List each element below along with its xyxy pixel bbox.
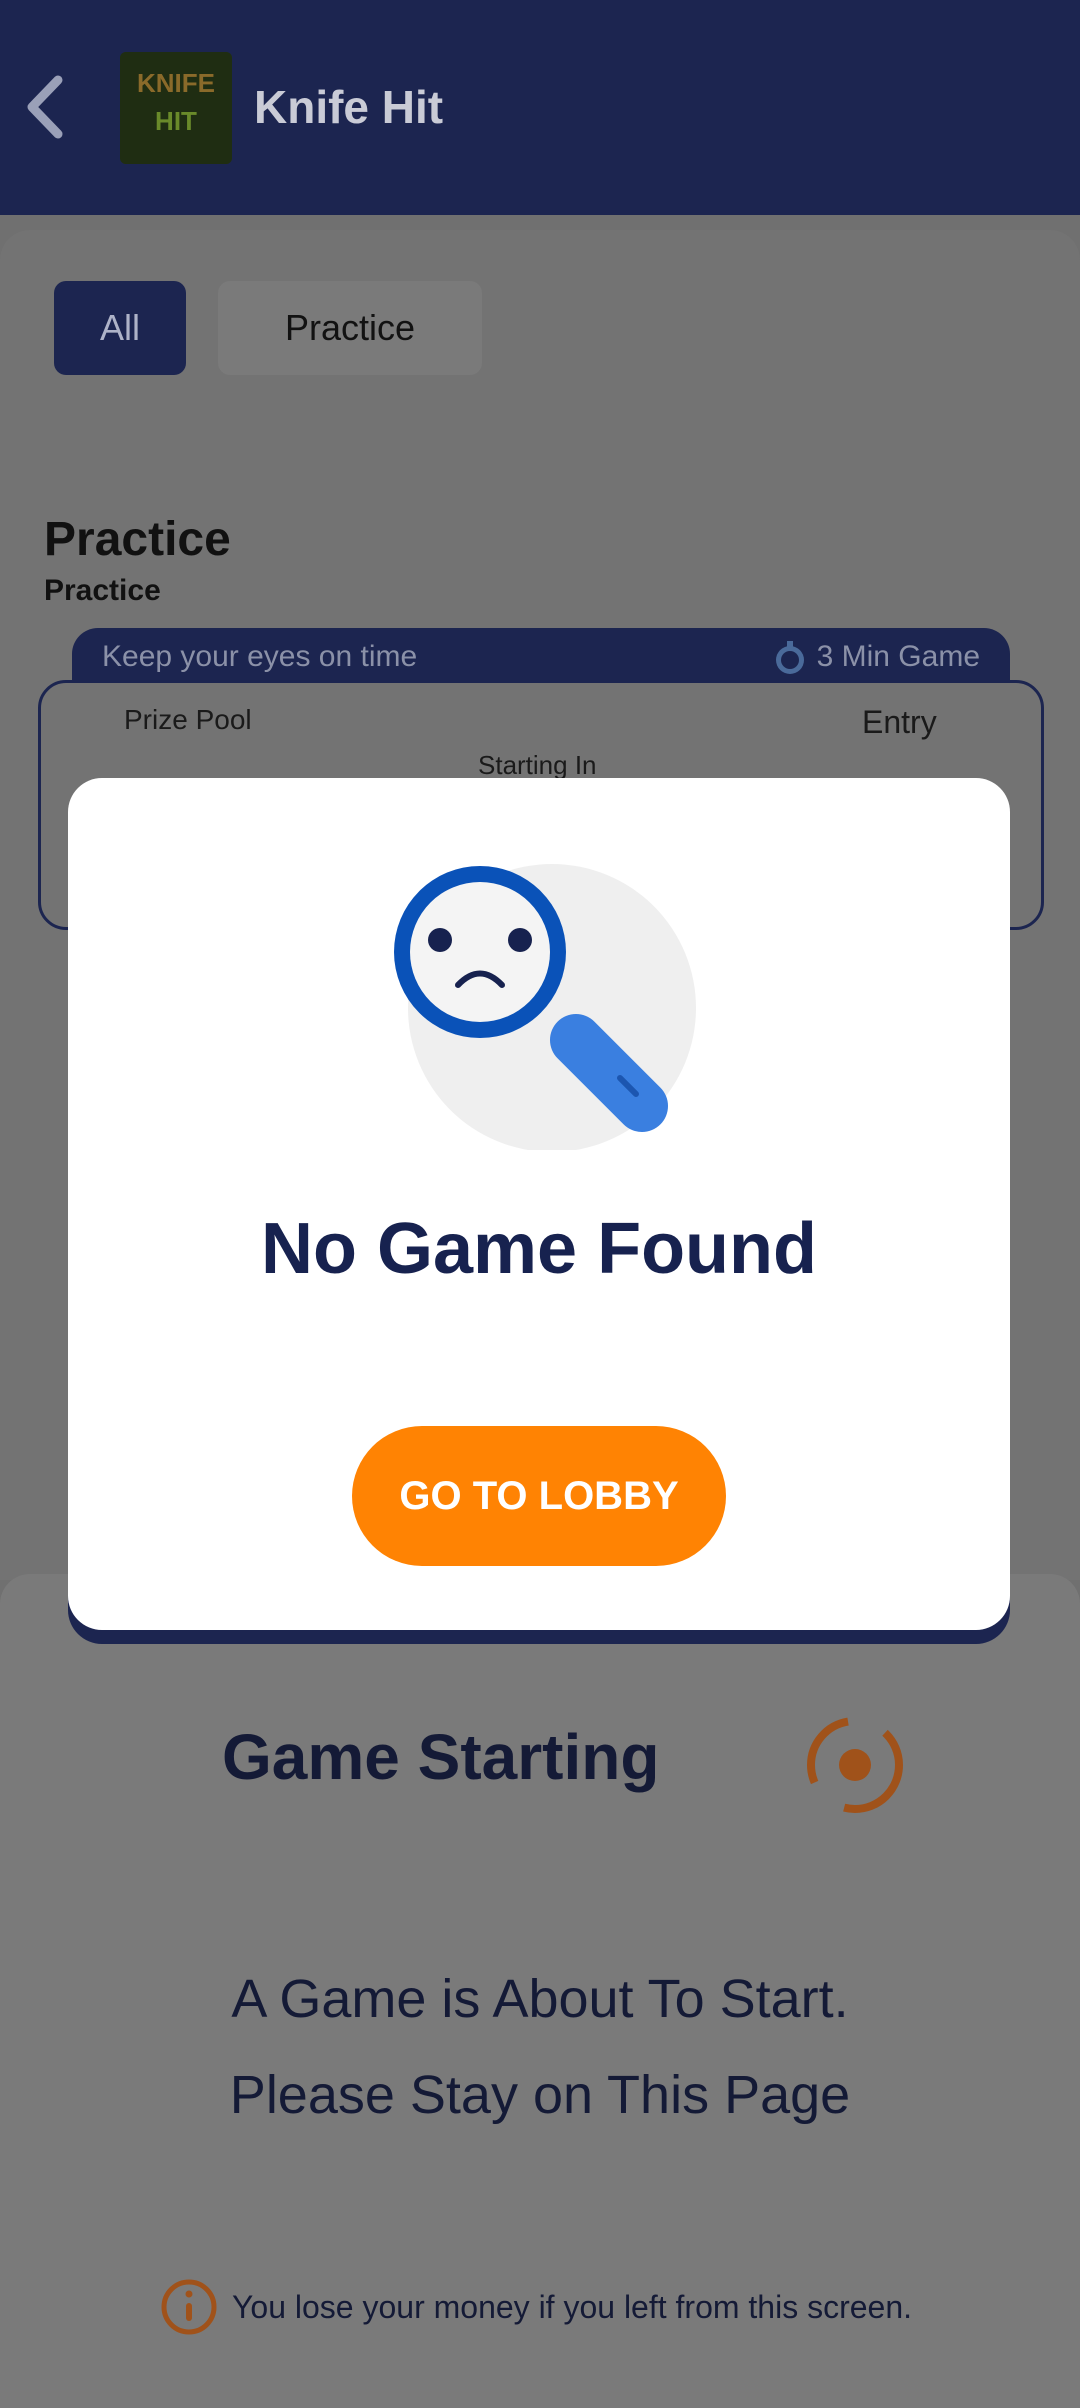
section-title: Practice [44,513,231,566]
svg-text:HIT: HIT [155,106,197,136]
game-thumbnail: KNIFE HIT [120,52,232,164]
go-to-lobby-button[interactable]: GO TO LOBBY [352,1426,726,1566]
game-title: Knife Hit [254,81,444,133]
back-arrow-icon[interactable] [24,74,64,140]
tab-practice[interactable]: Practice [218,281,482,375]
no-game-found-title: No Game Found [261,1209,817,1289]
stopwatch-icon [776,641,804,674]
warning-row: You lose your money if you left from thi… [160,2278,912,2336]
section-subtitle: Practice [44,574,161,607]
tab-all[interactable]: All [54,281,186,375]
stay-on-page-text: Please Stay on This Page [229,2065,851,2125]
about-to-start-text: A Game is About To Start. [231,1969,849,2029]
game-starting-title: Game Starting [222,1721,660,1793]
app-bar: KNIFE HIT Knife Hit [0,0,1080,215]
svg-text:KNIFE: KNIFE [137,68,215,98]
loading-spinner-icon [807,1717,903,1813]
entry-label: Entry [862,704,937,740]
contest-strip: Keep your eyes on time 3 Min Game [72,628,1010,688]
sad-magnifier-icon [394,864,696,1150]
starting-in-label: Starting In [478,750,597,780]
warning-text: You lose your money if you left from thi… [232,2288,913,2325]
strip-tagline: Keep your eyes on time [102,640,418,673]
game-duration: 3 Min Game [816,640,980,673]
info-icon [161,2279,217,2335]
prize-pool-label: Prize Pool [124,704,252,735]
